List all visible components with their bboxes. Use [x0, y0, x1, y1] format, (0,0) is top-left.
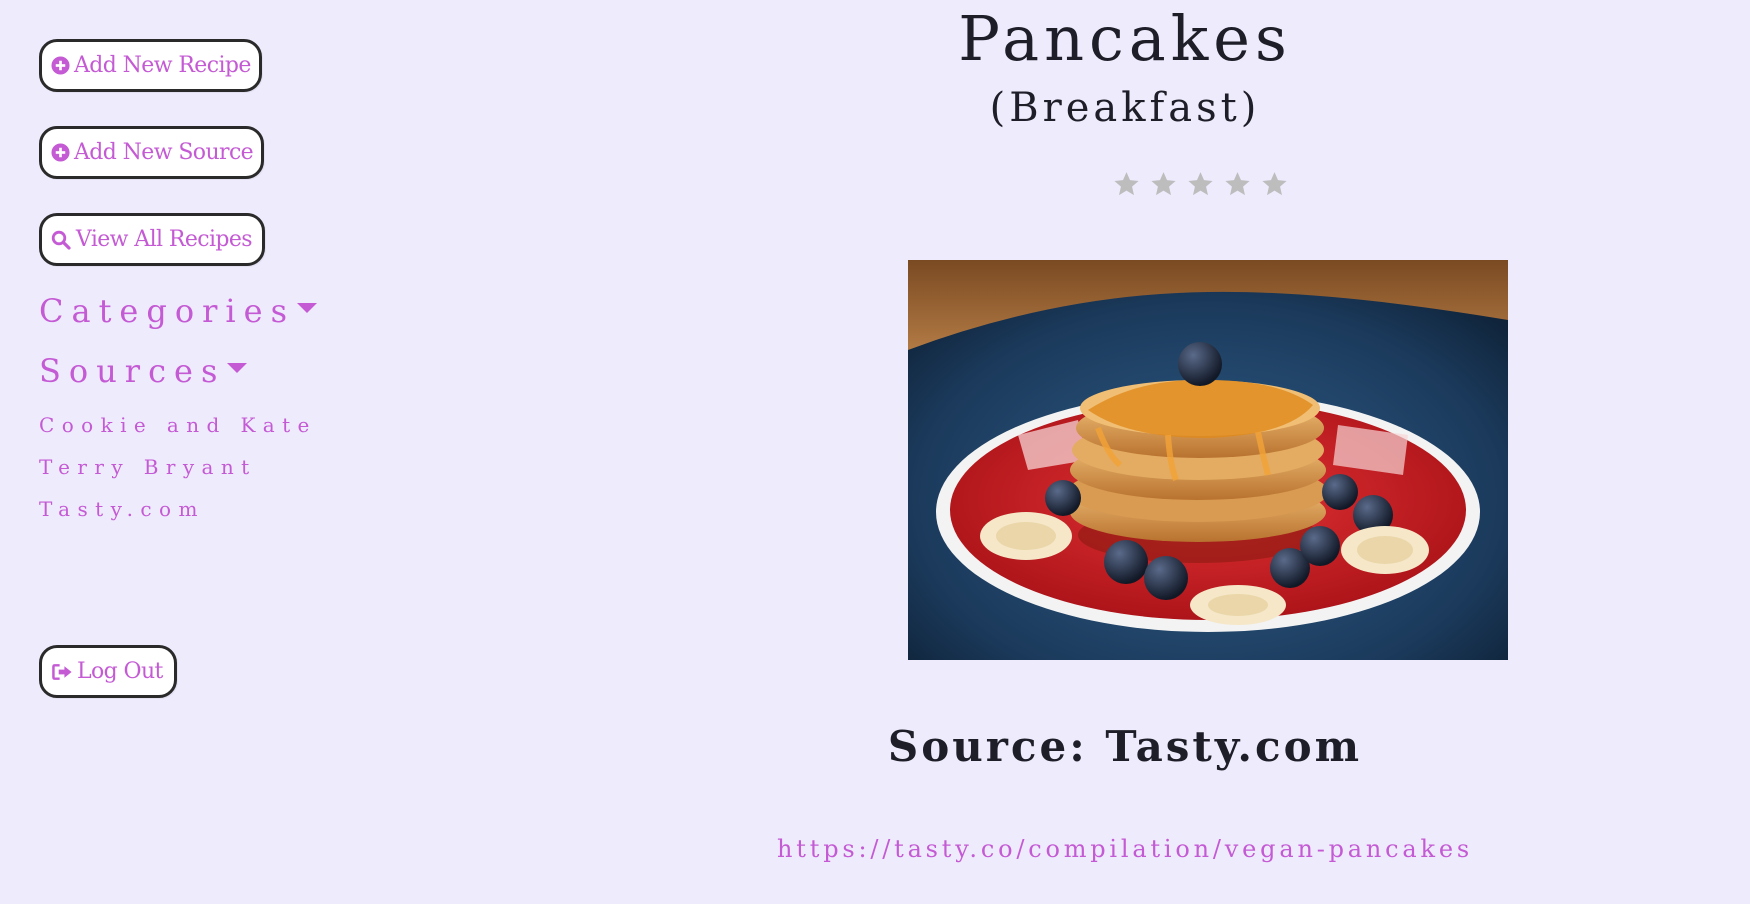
log-out-button[interactable]: Log Out [39, 645, 177, 698]
source-item-terry-bryant[interactable]: Terry Bryant [39, 455, 257, 479]
star-icon[interactable] [1260, 170, 1289, 199]
recipe-category: (Breakfast) [989, 85, 1261, 131]
source-item-tasty-com[interactable]: Tasty.com [39, 497, 205, 521]
star-rating[interactable] [1112, 170, 1289, 199]
recipe-source-url-link[interactable]: https://tasty.co/compilation/vegan-panca… [500, 835, 1750, 863]
caret-down-icon [297, 303, 317, 313]
plus-circle-icon [51, 142, 70, 164]
search-icon [51, 229, 72, 251]
star-icon[interactable] [1149, 170, 1178, 199]
add-new-recipe-button[interactable]: Add New Recipe [39, 39, 262, 92]
star-icon[interactable] [1112, 170, 1141, 199]
view-all-recipes-label: View All Recipes [75, 227, 253, 252]
sources-label: Sources [39, 352, 226, 390]
star-icon[interactable] [1223, 170, 1252, 199]
add-new-source-label: Add New Source [74, 140, 254, 165]
sidebar: Add New Recipe Add New Source View All R… [0, 0, 500, 904]
log-out-label: Log Out [77, 659, 163, 684]
recipe-source: Source: Tasty.com [887, 722, 1363, 771]
view-all-recipes-button[interactable]: View All Recipes [39, 213, 265, 266]
recipe-title: Pancakes [958, 2, 1292, 75]
categories-label: Categories [39, 292, 295, 330]
caret-down-icon [227, 363, 248, 373]
source-item-cookie-and-kate[interactable]: Cookie and Kate [39, 413, 317, 437]
add-new-source-button[interactable]: Add New Source [39, 126, 264, 179]
plus-circle-icon [51, 55, 70, 77]
sign-out-icon [51, 661, 73, 683]
recipe-detail: Pancakes (Breakfast) Source: Tasty.com h… [500, 0, 1750, 904]
add-new-recipe-label: Add New Recipe [74, 53, 251, 78]
recipe-photo [908, 260, 1508, 660]
star-icon[interactable] [1186, 170, 1215, 199]
sources-dropdown[interactable]: Sources [39, 352, 248, 390]
categories-dropdown[interactable]: Categories [39, 292, 317, 330]
